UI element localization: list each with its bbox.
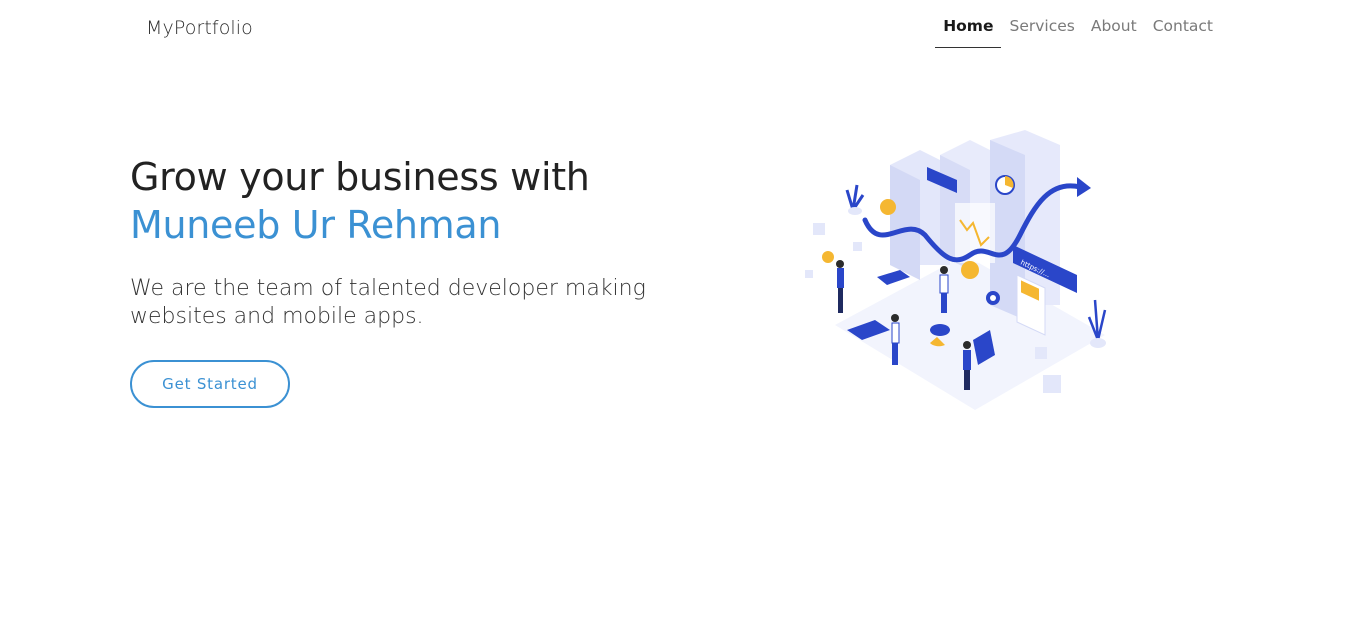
hero-name: Muneeb Ur Rehman bbox=[130, 203, 502, 247]
hero-section: Grow your business with Muneeb Ur Rehman… bbox=[130, 153, 690, 331]
nav-links: Home Services About Contact bbox=[935, 0, 1221, 48]
nav-link-contact[interactable]: Contact bbox=[1145, 0, 1221, 48]
nav-link-about[interactable]: About bbox=[1083, 0, 1145, 48]
nav-link-services[interactable]: Services bbox=[1001, 0, 1082, 48]
isometric-business-illustration: https://... bbox=[805, 130, 1107, 410]
navbar: MyPortfolio Home Services About Contact bbox=[0, 0, 1366, 56]
hero-illustration: https://... bbox=[795, 125, 1125, 415]
nav-link-home[interactable]: Home bbox=[935, 0, 1002, 48]
get-started-button[interactable]: Get Started bbox=[130, 360, 290, 408]
brand-logo[interactable]: MyPortfolio bbox=[146, 17, 253, 39]
hero-tagline: We are the team of talented developer ma… bbox=[130, 276, 646, 329]
hero-headline: Grow your business with bbox=[130, 155, 590, 199]
